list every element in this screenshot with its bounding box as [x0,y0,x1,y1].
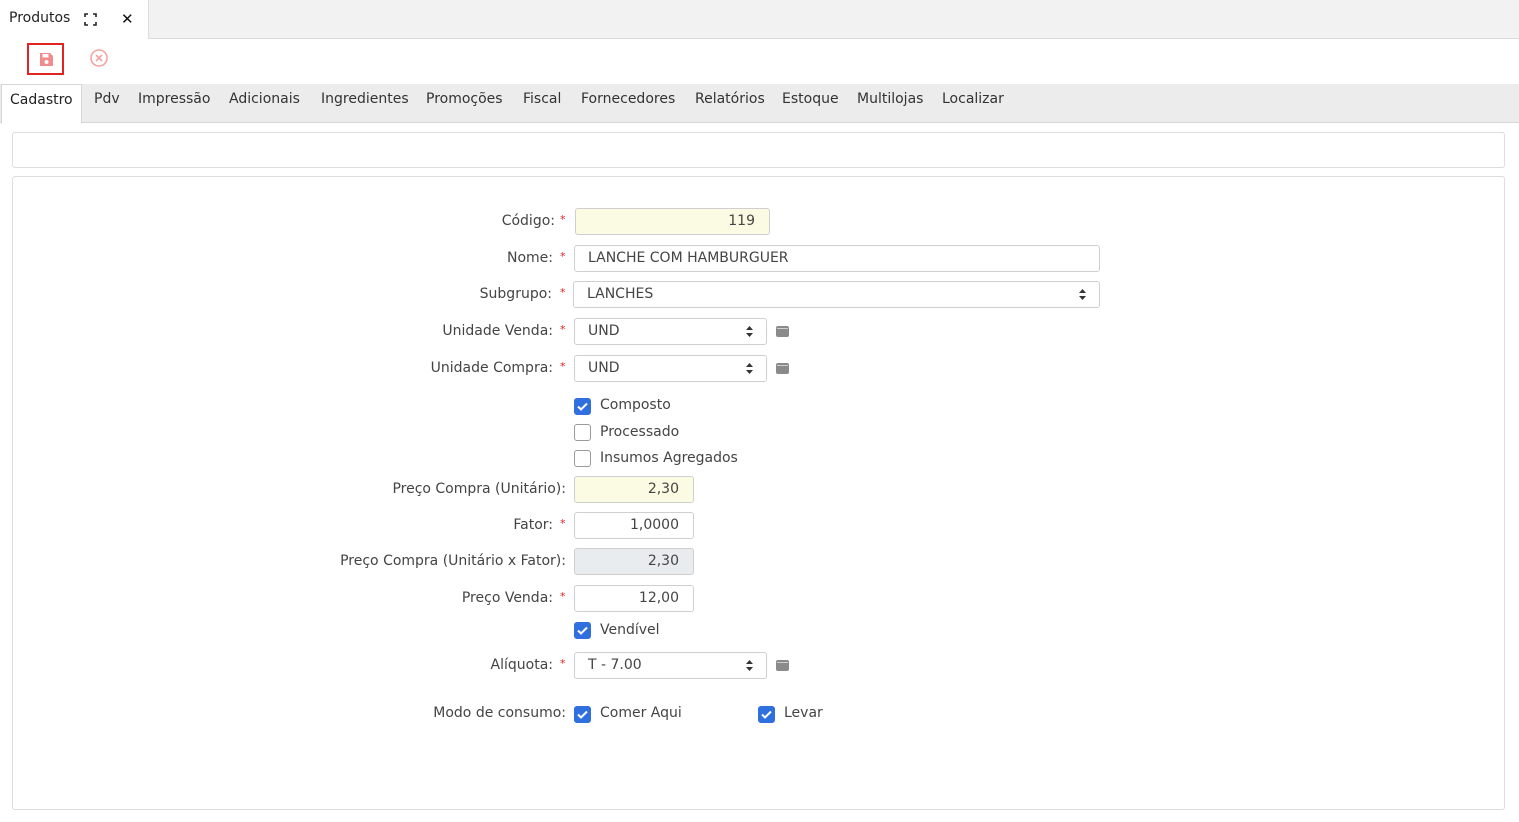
window-icon[interactable] [776,326,789,337]
unidade-compra-value: UND [588,360,620,376]
tab-pdv[interactable]: Pdv [94,84,120,123]
label-codigo: Código: [501,213,555,229]
label-unidade-compra: Unidade Compra: [430,360,553,376]
label-aliquota: Alíquota: [490,657,553,673]
fator-input[interactable]: 1,0000 [574,512,694,539]
composto-label: Composto [600,397,671,413]
insumos-agregados-checkbox[interactable] [574,450,591,467]
select-arrows-icon [1079,289,1086,300]
tab-cadastro[interactable]: Cadastro [1,84,82,124]
select-arrows-icon [746,326,753,337]
tab-multilojas[interactable]: Multilojas [857,84,923,123]
close-icon[interactable]: ✕ [121,10,134,28]
window-tab-produtos[interactable]: Produtos ✕ [0,0,149,40]
tab-fiscal[interactable]: Fiscal [523,84,561,123]
subgrupo-value: LANCHES [587,286,654,302]
required-mark: * [560,286,566,299]
required-mark: * [560,590,566,603]
label-preco-venda: Preço Venda: [461,590,553,606]
insumos-agregados-label: Insumos Agregados [600,450,738,466]
tab-relatorios[interactable]: Relatórios [695,84,765,123]
processado-label: Processado [600,424,680,440]
label-preco-compra-fator: Preço Compra (Unitário x Fator): [340,553,566,569]
aliquota-value: T - 7.00 [588,657,642,673]
tab-ingredientes[interactable]: Ingredientes [321,84,409,123]
toolbar [0,39,1519,84]
required-mark: * [560,517,566,530]
codigo-input[interactable]: 119 [575,208,770,235]
nome-input[interactable]: LANCHE COM HAMBURGUER [574,245,1100,272]
unidade-venda-value: UND [588,323,620,339]
tab-promocoes[interactable]: Promoções [426,84,503,123]
window-tab-bar: Produtos ✕ [0,0,1519,40]
preco-venda-input[interactable]: 12,00 [574,585,694,612]
required-mark: * [560,360,566,373]
vendivel-label: Vendível [600,622,660,638]
save-button[interactable] [27,43,64,75]
required-mark: * [560,213,566,226]
comer-aqui-label: Comer Aqui [600,705,682,721]
window-icon[interactable] [776,363,789,374]
select-arrows-icon [746,660,753,671]
unidade-compra-select[interactable]: UND [574,355,767,382]
select-arrows-icon [746,363,753,374]
required-mark: * [560,657,566,670]
label-nome: Nome: [506,250,553,266]
label-unidade-venda: Unidade Venda: [442,323,553,339]
tab-adicionais[interactable]: Adicionais [229,84,300,123]
tab-fornecedores[interactable]: Fornecedores [581,84,675,123]
form-tabs: Cadastro Pdv Impressão Adicionais Ingred… [0,84,1519,124]
required-mark: * [560,250,566,263]
aliquota-select[interactable]: T - 7.00 [574,652,767,679]
window-tab-title: Produtos [9,10,71,26]
tab-estoque[interactable]: Estoque [782,84,839,123]
label-preco-compra: Preço Compra (Unitário): [392,481,566,497]
processado-checkbox[interactable] [574,424,591,441]
save-icon [40,53,53,66]
vendivel-checkbox[interactable] [574,622,591,639]
tab-localizar[interactable]: Localizar [942,84,1004,123]
window-icon[interactable] [776,660,789,671]
preco-compra-fator-input: 2,30 [574,548,694,575]
preco-compra-input[interactable]: 2,30 [574,476,694,503]
label-subgrupo: Subgrupo: [479,286,552,302]
expand-icon[interactable] [84,13,97,26]
levar-label: Levar [784,705,823,721]
cancel-icon [90,49,108,67]
unidade-venda-select[interactable]: UND [574,318,767,345]
top-panel [12,132,1505,168]
subgrupo-select[interactable]: LANCHES [573,281,1100,308]
levar-checkbox[interactable] [758,706,775,723]
comer-aqui-checkbox[interactable] [574,706,591,723]
label-fator: Fator: [513,517,553,533]
composto-checkbox[interactable] [574,398,591,415]
label-modo-consumo: Modo de consumo: [433,705,566,721]
required-mark: * [560,323,566,336]
tab-impressao[interactable]: Impressão [138,84,210,123]
cancel-button[interactable] [89,48,109,68]
